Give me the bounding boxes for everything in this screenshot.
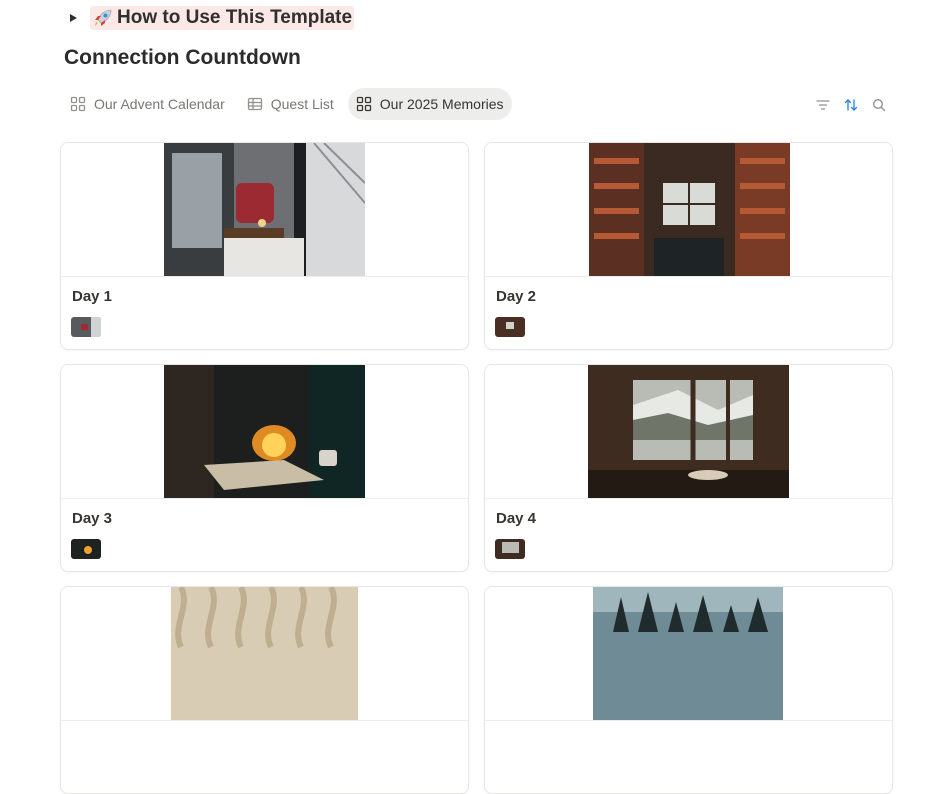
- gallery-card-5[interactable]: [60, 586, 469, 794]
- gallery-card-6[interactable]: [484, 586, 893, 794]
- gallery-card-day-2[interactable]: Day 2: [484, 142, 893, 350]
- view-actions: [804, 96, 888, 114]
- snowy-forest-photo: [593, 587, 783, 720]
- bookstore-photo: [589, 143, 790, 276]
- search-icon[interactable]: [870, 96, 888, 114]
- knit-blanket-photo: [171, 587, 358, 720]
- card-cover: [485, 587, 892, 721]
- gallery-card-day-4[interactable]: Day 4: [484, 364, 893, 572]
- tab-our-2025-memories[interactable]: Our 2025 Memories: [347, 88, 512, 120]
- card-title: Day 4: [496, 510, 537, 527]
- card-cover: [485, 143, 892, 277]
- tab-our-advent-calendar[interactable]: Our Advent Calendar: [62, 88, 233, 120]
- card-title: Day 1: [72, 288, 113, 305]
- tab-quest-list[interactable]: Quest List: [239, 88, 342, 120]
- card-thumbnail[interactable]: [495, 539, 525, 559]
- filter-icon[interactable]: [814, 96, 832, 114]
- card-title: Day 2: [496, 288, 537, 305]
- toggle-arrow-icon[interactable]: [66, 11, 80, 25]
- card-cover: [485, 365, 892, 499]
- card-cover: [61, 143, 468, 277]
- gallery-icon: [70, 96, 94, 112]
- card-cover: [61, 587, 468, 721]
- view-tabs: Our Advent Calendar Quest List Our 2025 …: [62, 88, 518, 120]
- table-icon: [247, 96, 271, 112]
- card-title: Day 3: [72, 510, 113, 527]
- sort-icon[interactable]: [842, 96, 860, 114]
- fireplace-photo: [164, 365, 365, 498]
- database-title[interactable]: Connection Countdown: [64, 46, 301, 70]
- tab-label: Quest List: [270, 96, 334, 112]
- tab-label: Our Advent Calendar: [94, 96, 225, 112]
- toggle-title-text: How to Use This Template: [117, 7, 353, 28]
- snowy-window-photo: [588, 365, 789, 498]
- tab-label: Our 2025 Memories: [379, 96, 504, 112]
- toggle-title[interactable]: How to Use This Template: [90, 6, 355, 30]
- gallery-card-day-1[interactable]: Day 1: [60, 142, 469, 350]
- gallery-card-day-3[interactable]: Day 3: [60, 364, 469, 572]
- card-thumbnail[interactable]: [71, 539, 101, 559]
- card-thumbnail[interactable]: [495, 317, 525, 337]
- gallery-icon: [356, 96, 380, 112]
- card-thumbnail[interactable]: [71, 317, 101, 337]
- rocket-icon: [92, 7, 114, 29]
- cozy-window-photo: [164, 143, 365, 276]
- how-to-toggle[interactable]: How to Use This Template: [66, 6, 355, 30]
- card-cover: [61, 365, 468, 499]
